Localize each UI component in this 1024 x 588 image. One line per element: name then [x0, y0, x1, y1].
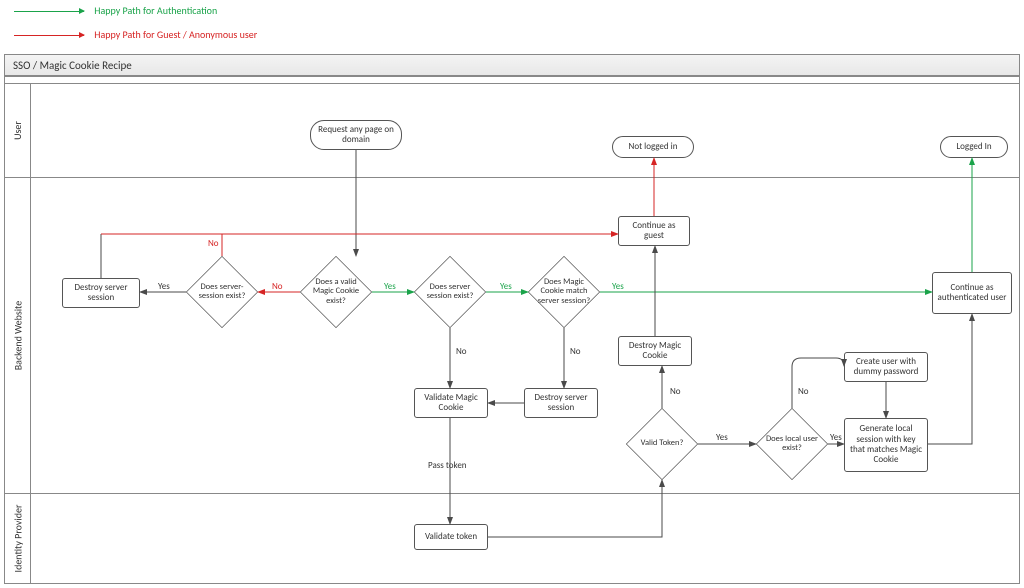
- decision-cookie-match: Does Magic Cookie match server session?: [528, 256, 600, 328]
- node-create-user: Create user with dummy password: [844, 352, 928, 382]
- label-no: No: [270, 281, 285, 292]
- node-destroy-magic-cookie: Destroy Magic Cookie: [618, 336, 692, 366]
- label-no: No: [796, 386, 811, 397]
- decision-server-session-exist-2: Does server session exist?: [414, 256, 486, 328]
- label-no: No: [454, 346, 469, 357]
- legend-auth-label: Happy Path for Authentication: [94, 4, 217, 17]
- label-yes: Yes: [610, 281, 626, 292]
- node-logged-in: Logged In: [940, 136, 1008, 158]
- label-yes: Yes: [156, 281, 172, 292]
- label-yes: Yes: [382, 281, 398, 292]
- lane-user: User: [4, 84, 1020, 178]
- decision-local-user-exist: Does local user exist?: [756, 408, 828, 480]
- label-yes: Yes: [498, 281, 514, 292]
- lane-idp-label: Identity Provider: [5, 494, 31, 583]
- label-yes: Yes: [828, 432, 844, 443]
- legend-arrow-icon: [14, 35, 84, 36]
- label-no: No: [668, 386, 683, 397]
- label-no: No: [568, 346, 583, 357]
- node-validate-magic-cookie: Validate Magic Cookie: [414, 388, 488, 418]
- diagram-title: SSO / Magic Cookie Recipe: [4, 54, 1020, 76]
- node-continue-auth: Continue as authenticated user: [932, 272, 1012, 314]
- legend-arrow-icon: [14, 11, 84, 12]
- decision-valid-token: Valid Token?: [626, 408, 698, 480]
- legend-guest: Happy Path for Guest / Anonymous user: [14, 28, 257, 41]
- lane-idp: Identity Provider: [4, 494, 1020, 584]
- legend-guest-label: Happy Path for Guest / Anonymous user: [94, 28, 257, 41]
- spacer-strip: [4, 76, 1020, 84]
- node-destroy-server-session: Destroy server session: [62, 278, 140, 308]
- diagram-canvas: Happy Path for Authentication .legend:nt…: [0, 0, 1024, 588]
- node-request-page: Request any page on domain: [310, 120, 402, 150]
- decision-server-session-exist: Does server-session exist?: [186, 256, 258, 328]
- decision-valid-cookie: Does a valid Magic Cookie exist?: [300, 256, 372, 328]
- label-no: No: [206, 238, 221, 249]
- node-validate-token: Validate token: [414, 524, 488, 550]
- node-generate-session: Generate local session with key that mat…: [844, 418, 928, 472]
- lane-backend-label: Backend Website: [5, 178, 31, 493]
- label-yes: Yes: [714, 432, 730, 443]
- node-destroy-server-session-2: Destroy server session: [524, 388, 598, 418]
- node-continue-guest: Continue as guest: [618, 216, 690, 246]
- lane-user-label: User: [5, 84, 31, 177]
- legend-auth: Happy Path for Authentication: [14, 4, 217, 17]
- label-pass-token: Pass token: [426, 460, 469, 471]
- node-not-logged-in: Not logged in: [612, 136, 694, 158]
